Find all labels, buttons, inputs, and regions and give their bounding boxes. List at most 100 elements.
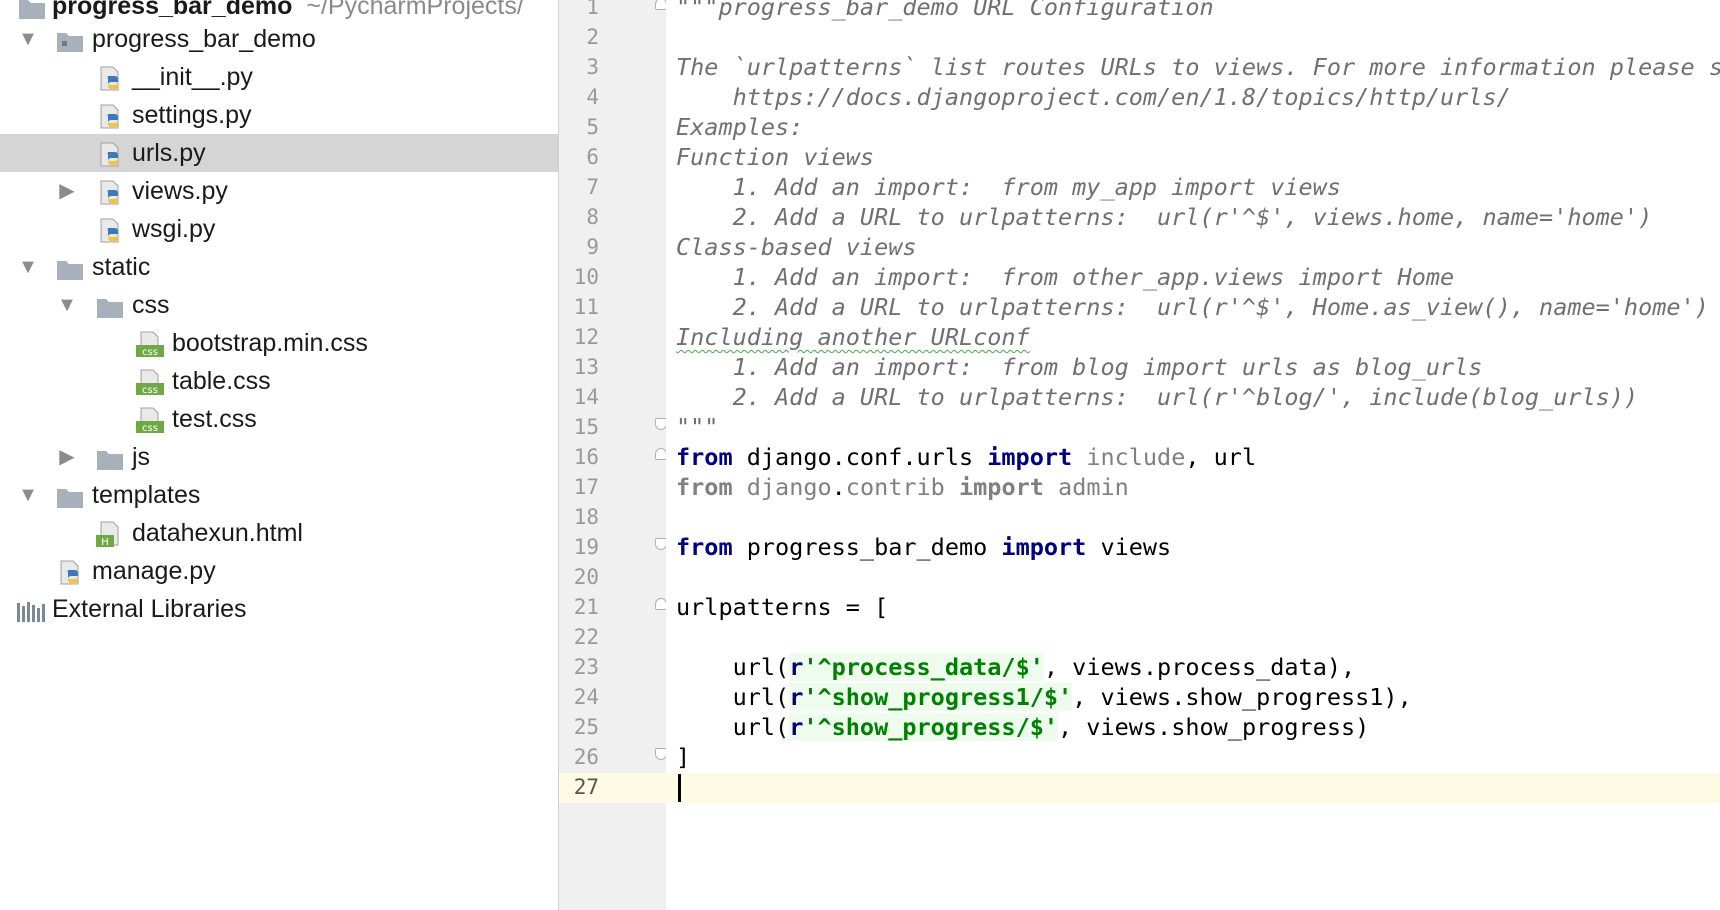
line-number: 9: [586, 235, 599, 259]
tree-label: templates: [92, 481, 201, 509]
folder-icon: [18, 0, 46, 19]
collapsed-arrow-icon[interactable]: ▶: [55, 438, 79, 476]
python-file-icon: [98, 179, 126, 205]
code-line: Examples:: [676, 113, 804, 141]
line-number: 2: [586, 25, 599, 49]
code-line: from progress_bar_demo import views: [676, 533, 1172, 561]
text-caret: [678, 774, 681, 802]
tree-row-datahexun-html[interactable]: H datahexun.html: [0, 514, 558, 552]
line-number: 5: [586, 115, 599, 139]
tree-label: progress_bar_demo: [92, 25, 316, 53]
tree-row-wsgi-py[interactable]: wsgi.py: [0, 210, 558, 248]
python-file-icon: [98, 141, 126, 167]
css-file-icon: css: [136, 331, 164, 358]
code-line: from django.conf.urls import include, ur…: [676, 443, 1257, 471]
tree-label: datahexun.html: [132, 519, 303, 547]
line-number: 24: [573, 685, 599, 709]
tree-label: views.py: [132, 177, 228, 205]
code-line: url(r'^show_progress/$', views.show_prog…: [676, 713, 1370, 741]
tree-row-css[interactable]: ▼ css: [0, 286, 558, 324]
line-number: 16: [573, 445, 599, 469]
tree-row-manage-py[interactable]: manage.py: [0, 552, 558, 590]
code-line: The `urlpatterns` list routes URLs to vi…: [676, 53, 1720, 81]
line-number: 3: [586, 55, 599, 79]
tree-label: __init__.py: [132, 63, 253, 91]
code-line: 2. Add a URL to urlpatterns: url(r'^$', …: [676, 203, 1653, 231]
tree-row-init-py[interactable]: __init__.py: [0, 58, 558, 96]
css-file-icon: css: [136, 407, 164, 434]
line-number: 10: [573, 265, 599, 289]
collapsed-arrow-icon[interactable]: ▶: [55, 172, 79, 210]
code-line: url(r'^process_data/$', views.process_da…: [676, 653, 1356, 681]
code-line: from django.contrib import admin: [676, 473, 1129, 501]
line-number: 23: [573, 655, 599, 679]
code-line-text: Including another URLconf: [676, 323, 1030, 351]
line-number: 14: [573, 385, 599, 409]
external-libraries-icon: [16, 597, 45, 622]
tree-label: js: [132, 443, 151, 471]
line-number: 18: [573, 505, 599, 529]
line-number: 22: [573, 625, 599, 649]
tree-label: wsgi.py: [132, 215, 216, 243]
code-line: Class-based views: [676, 233, 917, 261]
tree-row-external-libraries[interactable]: External Libraries: [0, 590, 558, 628]
code-editor[interactable]: """progress_bar_demo URL Configuration T…: [666, 0, 1720, 910]
python-file-icon: [98, 65, 126, 91]
tree-row-templates[interactable]: ▼ templates: [0, 476, 558, 514]
line-number: 7: [586, 175, 599, 199]
tree-label: css: [132, 291, 170, 319]
line-number: 17: [573, 475, 599, 499]
tree-row-settings-py[interactable]: settings.py: [0, 96, 558, 134]
tree-row-js[interactable]: ▶ js: [0, 438, 558, 476]
line-number: 1: [586, 0, 599, 19]
folder-icon: [96, 445, 124, 470]
code-line: Including another URLconf: [676, 322, 1030, 352]
project-root-name: progress_bar_demo: [52, 0, 293, 20]
html-icon-text: H: [101, 537, 109, 548]
line-number: 26: [573, 745, 599, 769]
expanded-arrow-icon[interactable]: ▼: [16, 20, 40, 58]
code-line: url(r'^show_progress1/$', views.show_pro…: [676, 683, 1412, 711]
code-line: """: [676, 413, 719, 441]
line-number-current: 27: [573, 775, 599, 799]
folder-icon: [96, 293, 124, 318]
folder-icon: [56, 483, 84, 508]
code-line: https://docs.djangoproject.com/en/1.8/to…: [676, 83, 1511, 111]
expanded-arrow-icon[interactable]: ▼: [16, 476, 40, 514]
line-number: 13: [573, 355, 599, 379]
tree-label: bootstrap.min.css: [172, 329, 368, 357]
folder-icon: [56, 255, 84, 280]
tree-row-views-py[interactable]: ▶ views.py: [0, 172, 558, 210]
python-file-icon: [98, 217, 126, 243]
tree-label: External Libraries: [52, 595, 247, 623]
tree-label: static: [92, 253, 151, 281]
code-line: 1. Add an import: from blog import urls …: [676, 353, 1483, 381]
tree-label: test.css: [172, 405, 257, 433]
tree-label: manage.py: [92, 557, 216, 585]
code-line: 2. Add a URL to urlpatterns: url(r'^blog…: [676, 383, 1639, 411]
tree-row-table-css[interactable]: css table.css: [0, 362, 558, 400]
tree-row-static[interactable]: ▼ static: [0, 248, 558, 286]
line-number: 12: [573, 325, 599, 349]
line-number: 11: [573, 295, 599, 319]
python-file-icon: [58, 559, 86, 585]
line-number-gutter: 1 2 3 4 5 6 7 8 9 10 11 12 13 14 15 16 1…: [558, 0, 667, 910]
tree-row-progress-bar-demo-package[interactable]: ▼ progress_bar_demo: [0, 20, 558, 58]
tree-row-urls-py[interactable]: urls.py: [0, 134, 558, 172]
html-file-icon: H: [96, 521, 124, 548]
project-tree: progress_bar_demo ~/PycharmProjects/ ▼ pr…: [0, 0, 558, 910]
line-number: 19: [573, 535, 599, 559]
line-number: 6: [586, 145, 599, 169]
code-line: urlpatterns = [: [676, 593, 889, 621]
code-line: ]: [676, 743, 691, 771]
line-number: 21: [573, 595, 599, 619]
project-root-path: ~/PycharmProjects/: [306, 0, 524, 20]
css-icon-text: css: [142, 385, 158, 396]
current-line-highlight: [666, 773, 1720, 803]
code-line: 1. Add an import: from other_app.views i…: [676, 263, 1455, 291]
tree-row-test-css[interactable]: css test.css: [0, 400, 558, 438]
expanded-arrow-icon[interactable]: ▼: [55, 286, 79, 324]
tree-row-bootstrap-min-css[interactable]: css bootstrap.min.css: [0, 324, 558, 362]
python-file-icon: [98, 103, 126, 129]
expanded-arrow-icon[interactable]: ▼: [16, 248, 40, 286]
